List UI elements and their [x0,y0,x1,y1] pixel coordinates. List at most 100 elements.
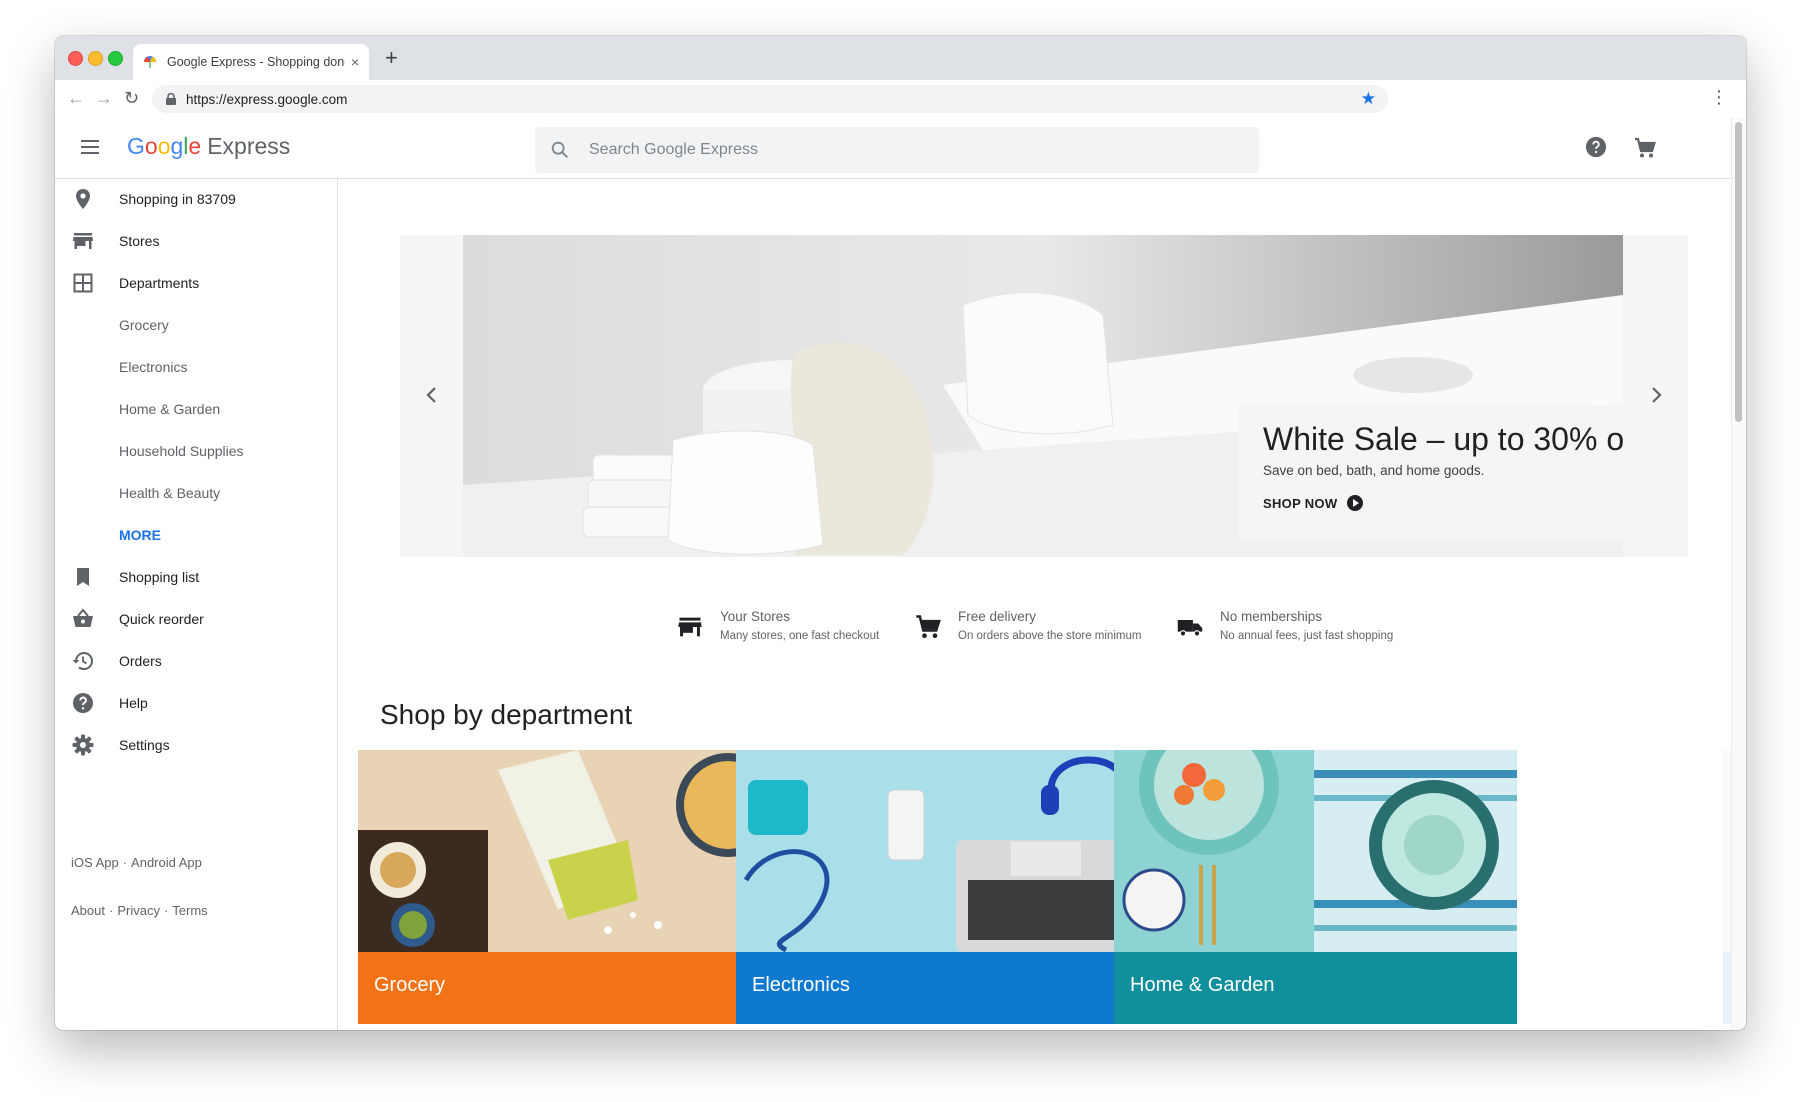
department-band: Grocery [358,952,761,1024]
department-label: Grocery [374,974,446,996]
android-app-link[interactable]: Android App [131,855,202,870]
sidebar-item-health-beauty[interactable]: Health & Beauty [55,473,337,513]
sidebar-item-label: Household Supplies [119,443,244,459]
maximize-window-button[interactable] [108,51,123,66]
forward-arrow-icon[interactable]: → [95,88,113,108]
store-icon [678,617,702,637]
sidebar-more-link[interactable]: MORE [55,515,337,555]
bookmark-icon [77,568,89,586]
sidebar-item-settings[interactable]: Settings [55,725,337,765]
lock-icon [166,93,176,105]
department-card-home-garden[interactable]: Home & Garden [1114,750,1517,1024]
hamburger-menu-icon[interactable] [81,140,99,154]
sidebar-item-label: Electronics [119,359,188,375]
terms-link[interactable]: Terms [172,903,207,918]
sidebar-item-household-supplies[interactable]: Household Supplies [55,431,337,471]
browser-menu-icon[interactable]: ⋮ [1710,88,1728,106]
help-icon[interactable] [1585,136,1607,158]
reload-icon[interactable]: ↻ [124,88,139,108]
sidebar-item-label: Stores [119,233,160,249]
department-band: Electronics [736,952,1139,1024]
sidebar-item-help[interactable]: Help [55,683,337,723]
new-tab-button[interactable]: + [385,45,398,71]
department-card-grocery[interactable]: Grocery [358,750,761,1024]
page-scrollbar[interactable] [1731,118,1746,1030]
about-link[interactable]: About [71,903,105,918]
privacy-link[interactable]: Privacy [117,903,160,918]
shop-now-button[interactable]: SHOP NOW [1263,495,1364,511]
browser-toolbar: ← → ↻ https://express.google.com ★ ⋮ [55,80,1746,119]
sidebar-item-label: Shopping in 83709 [119,191,236,207]
sidebar-item-label: Grocery [119,317,169,333]
location-pin-icon [76,189,90,209]
sidebar-item-label: Departments [119,275,200,291]
shop-now-label: SHOP NOW [1263,495,1338,511]
sidebar-item-label: MORE [119,527,161,543]
section-heading: Shop by department [380,699,633,730]
sidebar-item-location[interactable]: Shopping in 83709 [55,179,337,219]
department-card-electronics[interactable]: Electronics [736,750,1139,1024]
home-garden-image [1114,750,1517,952]
sidebar-item-home-garden[interactable]: Home & Garden [55,389,337,429]
sidebar-item-label: Home & Garden [119,401,221,417]
store-icon [73,233,93,249]
sidebar-item-label: Health & Beauty [119,485,221,501]
sidebar-item-shopping-list[interactable]: Shopping list [55,557,337,597]
sidebar-item-departments[interactable]: Departments [55,263,337,303]
department-label: Electronics [752,974,850,996]
gear-icon [72,734,94,756]
sidebar-item-label: Shopping list [119,569,200,585]
legal-links: About · Privacy · Terms [71,903,208,918]
sidebar-item-label: Settings [119,737,170,753]
promo-card: White Sale – up to 30% off Save on bed, … [1239,405,1623,539]
hero-carousel: White Sale – up to 30% off Save on bed, … [400,235,1688,557]
sidebar: Shopping in 83709 Stores Departments Gro… [55,179,338,1030]
bookmark-star-icon[interactable]: ★ [1361,89,1376,109]
main-content: White Sale – up to 30% off Save on bed, … [338,179,1732,1030]
address-bar[interactable]: https://express.google.com ★ [152,85,1388,113]
sidebar-item-grocery[interactable]: Grocery [55,305,337,345]
hero-image[interactable]: White Sale – up to 30% off Save on bed, … [463,235,1623,557]
back-arrow-icon[interactable]: ← [67,88,85,108]
search-box[interactable] [535,127,1259,173]
app-links: iOS App · Android App [71,855,202,870]
feature-title: No memberships [1220,609,1323,624]
search-icon [551,141,569,159]
sidebar-item-stores[interactable]: Stores [55,221,337,261]
carousel-prev-icon[interactable] [420,383,444,407]
feature-your-stores: Your Stores Many stores, one fast checko… [676,609,879,642]
separator: · [122,855,128,870]
play-circle-icon [1347,495,1364,511]
sidebar-item-orders[interactable]: Orders [55,641,337,681]
minimize-window-button[interactable] [88,51,103,66]
promo-subtitle: Save on bed, bath, and home goods. [1263,463,1485,478]
express-favicon-icon [144,56,156,68]
browser-tab[interactable]: Google Express - Shopping done × [133,44,369,80]
url-text[interactable]: https://express.google.com [186,92,347,107]
sidebar-item-quick-reorder[interactable]: Quick reorder [55,599,337,639]
scroll-thumb[interactable] [1735,122,1742,422]
ios-app-link[interactable]: iOS App [71,855,119,870]
truck-icon [1177,620,1203,637]
app-header: Google Express [55,118,1732,179]
sidebar-item-electronics[interactable]: Electronics [55,347,337,387]
feature-title: Free delivery [958,609,1037,624]
search-input[interactable] [587,140,1191,160]
grid-icon [73,273,93,293]
feature-free-delivery: Free delivery On orders above the store … [914,609,1141,642]
electronics-image [736,750,1139,952]
promo-title: White Sale – up to 30% off [1263,421,1623,457]
feature-desc: On orders above the store minimum [958,630,1142,642]
history-icon [72,652,93,671]
tab-title: Google Express - Shopping done [167,55,345,69]
sidebar-item-label: Help [119,695,148,711]
separator: · [163,903,169,918]
google-express-logo[interactable]: Google Express [127,133,290,160]
carousel-next-icon[interactable] [1644,383,1668,407]
tab-close-icon[interactable]: × [351,54,359,70]
grocery-image [358,750,761,952]
sidebar-item-label: Orders [119,653,162,669]
feature-title: Your Stores [720,609,791,624]
cart-icon[interactable] [1633,136,1657,160]
close-window-button[interactable] [68,51,83,66]
